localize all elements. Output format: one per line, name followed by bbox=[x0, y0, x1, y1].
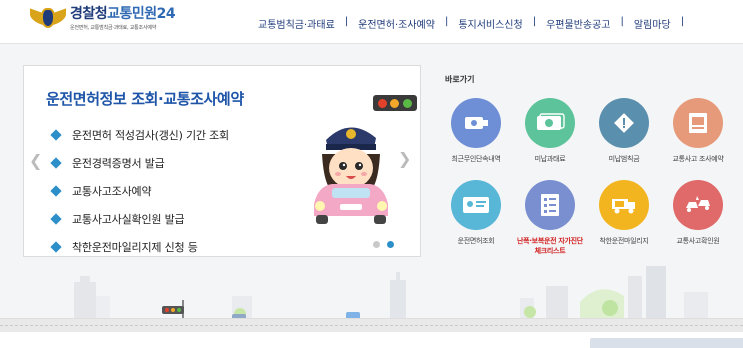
diamond-bullet-icon bbox=[50, 129, 62, 141]
quick-link-safe-driving-mileage[interactable]: 착한운전마일리지 bbox=[588, 180, 660, 246]
quick-links-title: 바로가기 bbox=[445, 75, 475, 84]
quick-link-reckless-driving-checklist[interactable]: 난폭·보복운전 자가진단 체크리스트 bbox=[514, 180, 586, 256]
nav-notice-board[interactable]: 알림마당 bbox=[624, 16, 681, 31]
car-crash-icon bbox=[673, 180, 723, 230]
license-card-icon bbox=[451, 180, 501, 230]
nav-mail-return-notice[interactable]: 우편물반송공고 bbox=[536, 16, 620, 31]
traffic-light-icon bbox=[373, 95, 417, 111]
slide-dot-1[interactable] bbox=[373, 241, 380, 248]
nav-license-reservation[interactable]: 운전면허·조사예약 bbox=[348, 16, 445, 31]
main-nav: 교통범칙금·과태료 | 운전면허·조사예약 | 통지서비스신청 | 우편물반송공… bbox=[248, 16, 684, 31]
quick-link-unpaid-penalty[interactable]: 미납범칙금 bbox=[588, 98, 660, 164]
site-header: 경찰청교통민원24 운전면허, 교통범칙금·과태료, 교통조사예약 교통범칙금·… bbox=[0, 0, 743, 44]
quick-link-recent-enforcement[interactable]: 최근무인단속내역 bbox=[440, 98, 512, 164]
mileage-truck-icon bbox=[599, 180, 649, 230]
slide-dot-2[interactable] bbox=[387, 241, 394, 248]
slide-item-mileage[interactable]: 착한운전마일리지제 신청 등 bbox=[50, 233, 229, 261]
diamond-bullet-icon bbox=[50, 185, 62, 197]
accident-report-icon bbox=[673, 98, 723, 148]
logo-title: 경찰청교통민원24 bbox=[70, 6, 176, 22]
bottom-tab-button[interactable] bbox=[590, 338, 743, 348]
police-character-illustration bbox=[314, 127, 388, 224]
slide-title: 운전면허정보 조회·교통조사예약 bbox=[46, 90, 244, 108]
slide-prev-icon[interactable]: ❮ bbox=[29, 151, 42, 170]
slide-item-accident-reservation[interactable]: 교통사고조사예약 bbox=[50, 177, 229, 205]
quick-link-accident-confirmation[interactable]: 교통사고확인원 bbox=[662, 180, 734, 246]
diamond-bullet-icon bbox=[50, 241, 62, 253]
logo-subtitle: 운전면허, 교통범칙금·과태료, 교통조사예약 bbox=[70, 25, 157, 31]
camera-icon bbox=[451, 98, 501, 148]
slide-service-list: 운전면허 적성검사(갱신) 기간 조회 운전경력증명서 발급 교통사고조사예약 … bbox=[50, 121, 229, 261]
diamond-bullet-icon bbox=[50, 157, 62, 169]
slide-item-driving-record[interactable]: 운전경력증명서 발급 bbox=[50, 149, 229, 177]
nav-notification-service[interactable]: 통지서비스신청 bbox=[448, 16, 532, 31]
warning-icon bbox=[599, 98, 649, 148]
quick-link-accident-reservation[interactable]: 교통사고 조사예약 bbox=[662, 98, 734, 164]
slide-item-license-renewal[interactable]: 운전면허 적성검사(갱신) 기간 조회 bbox=[50, 121, 229, 149]
diamond-bullet-icon bbox=[50, 213, 62, 225]
slide-item-accident-certificate[interactable]: 교통사고사실확인원 발급 bbox=[50, 205, 229, 233]
slide-pagination bbox=[373, 241, 394, 248]
road-center-line bbox=[0, 325, 743, 326]
checklist-icon bbox=[525, 180, 575, 230]
nav-fines[interactable]: 교통범칙금·과태료 bbox=[248, 16, 345, 31]
police-emblem-icon bbox=[30, 6, 66, 34]
money-icon bbox=[525, 98, 575, 148]
quick-link-unpaid-fines[interactable]: 미납과태료 bbox=[514, 98, 586, 164]
site-logo[interactable]: 경찰청교통민원24 운전면허, 교통범칙금·과태료, 교통조사예약 bbox=[30, 6, 176, 34]
quick-link-license-lookup[interactable]: 운전면허조회 bbox=[440, 180, 512, 246]
